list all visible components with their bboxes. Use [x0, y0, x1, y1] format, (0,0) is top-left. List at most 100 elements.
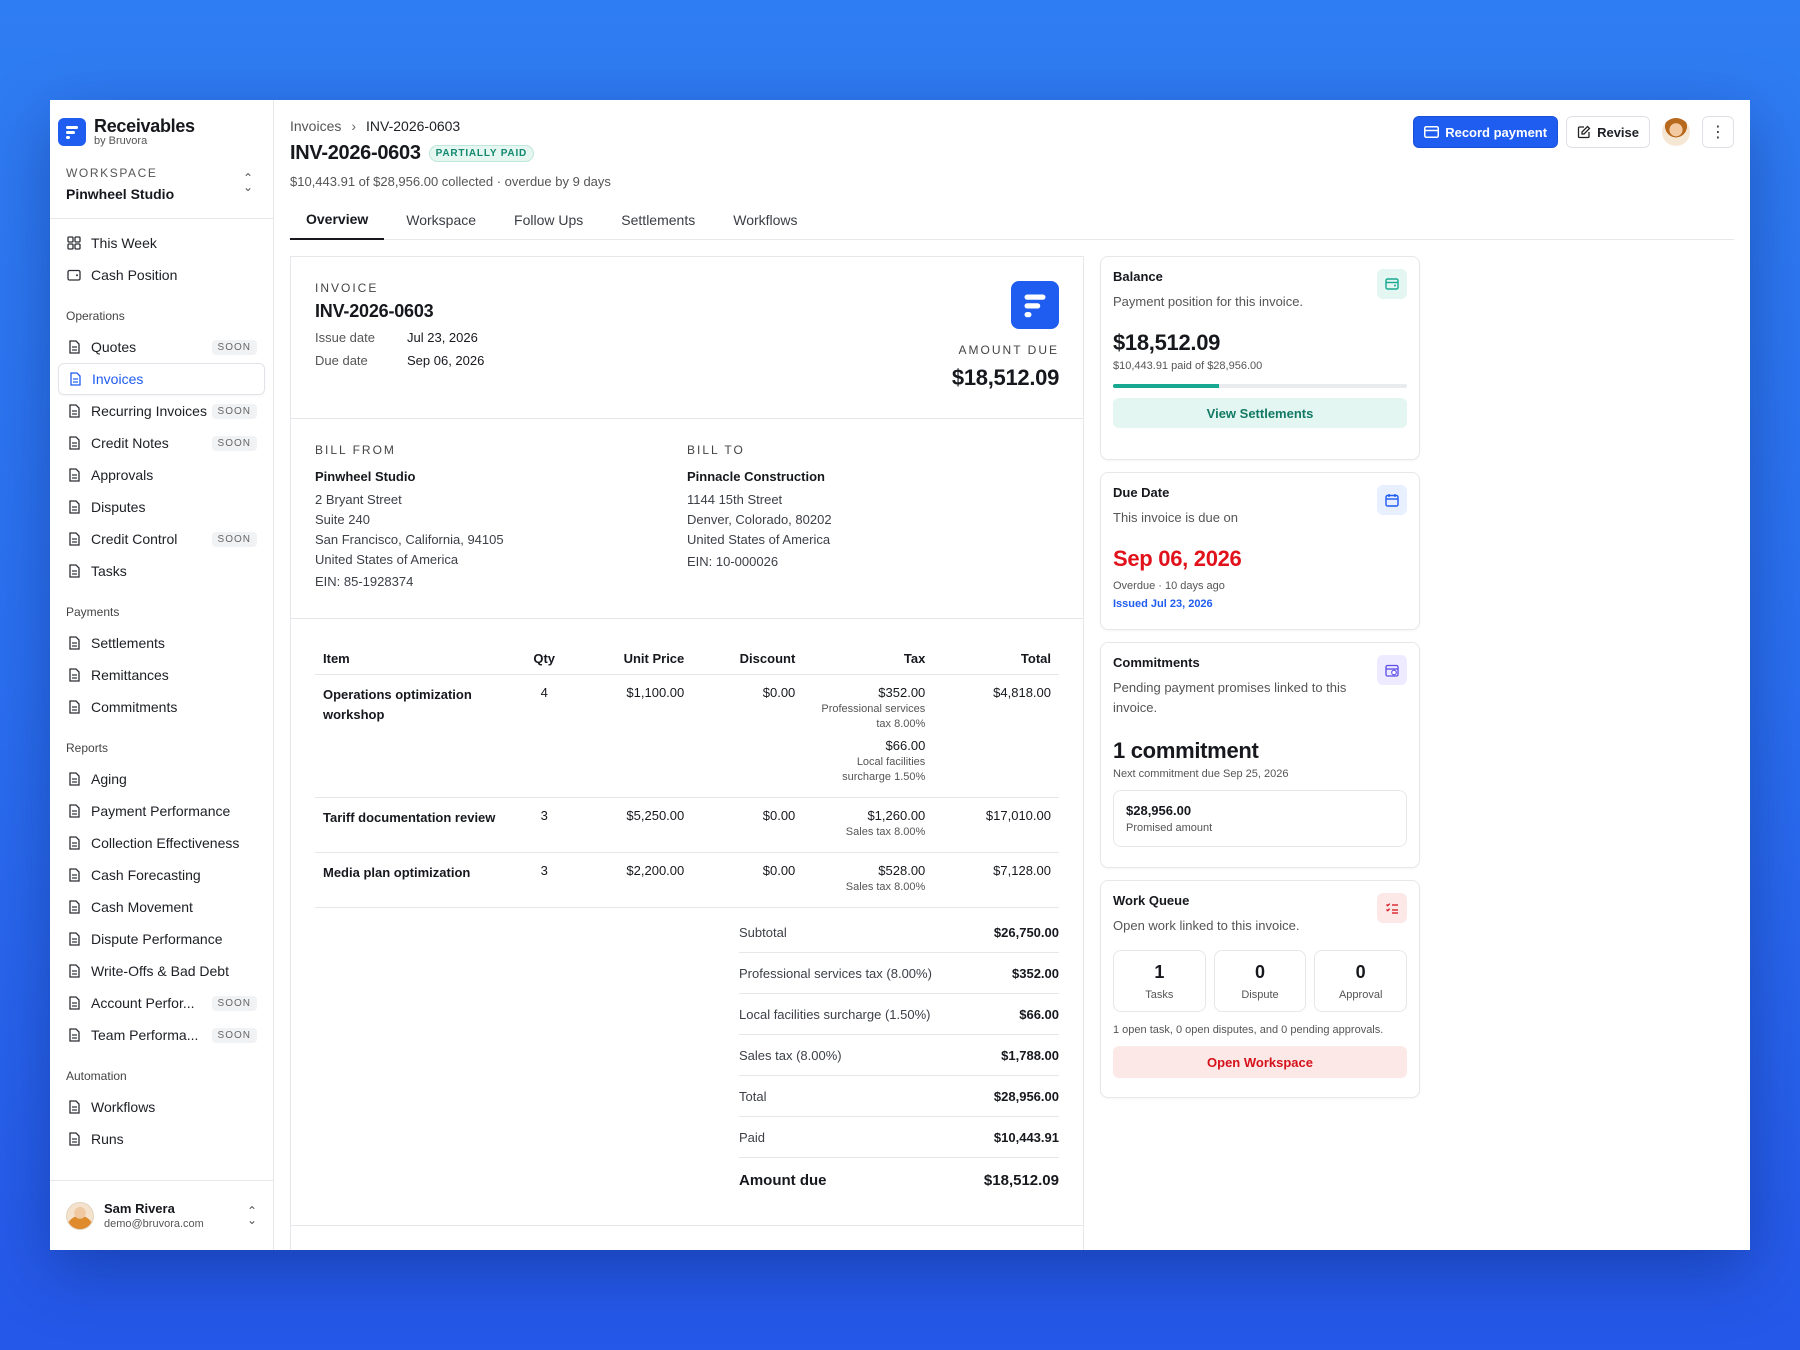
sidebar-item-label: Credit Control — [91, 531, 178, 547]
sidebar-item-label: Account Perfor... — [91, 995, 195, 1011]
sidebar-item-label: Tasks — [91, 563, 127, 579]
approvals-icon — [66, 467, 82, 483]
bill-to: BILL TO Pinnacle Construction 1144 15th … — [687, 443, 1059, 594]
item-total: $17,010.00 — [933, 797, 1059, 853]
sidebar-item-approvals[interactable]: Approvals — [58, 459, 265, 491]
table-row: Media plan optimization 3 $2,200.00 $0.00 $5… — [315, 852, 1059, 908]
address-line: 1144 15th Street — [687, 492, 783, 507]
line-items: Item Qty Unit Price Discount Tax Total O… — [291, 619, 1083, 1202]
breadcrumb: Invoices › INV-2026-0603 — [290, 118, 460, 134]
sidebar-item-remittances[interactable]: Remittances — [58, 659, 265, 691]
sidebar-item-dispute-performance[interactable]: Dispute Performance — [58, 923, 265, 955]
sidebar-item-payment-performance[interactable]: Payment Performance — [58, 795, 265, 827]
workspace-switcher[interactable]: WORKSPACE Pinwheel Studio ⌃ ⌄ — [50, 150, 273, 202]
counter-label: Dispute — [1241, 988, 1279, 1001]
breadcrumb-parent[interactable]: Invoices — [290, 118, 341, 134]
issued-date-link[interactable]: Issued Jul 23, 2026 — [1113, 598, 1407, 610]
sidebar-item-quotes[interactable]: Quotes SOON — [58, 331, 265, 363]
sidebar-item-disputes[interactable]: Disputes — [58, 491, 265, 523]
promised-amount-box[interactable]: $28,956.00 Promised amount — [1113, 790, 1407, 847]
promised-amount-value: $28,956.00 — [1126, 803, 1192, 818]
work-queue-counters: 1 Tasks 0 Dispute 0 Approval — [1113, 950, 1408, 1012]
revise-button[interactable]: Revise — [1566, 116, 1650, 148]
view-settlements-button[interactable]: View Settlements — [1113, 398, 1407, 428]
tab-follow-ups[interactable]: Follow Ups — [498, 200, 599, 240]
sidebar-item-tasks[interactable]: Tasks — [58, 555, 265, 587]
tab-workspace[interactable]: Workspace — [390, 200, 492, 240]
bill-parties: BILL FROM Pinwheel Studio 2 Bryant Stree… — [291, 419, 1083, 619]
amount-due-value: $18,512.09 — [951, 365, 1059, 390]
counter-value: 0 — [1255, 961, 1266, 982]
sidebar-item-cash-forecasting[interactable]: Cash Forecasting — [58, 859, 265, 891]
sidebar-item-label: Cash Forecasting — [91, 867, 201, 883]
col-discount: Discount — [692, 643, 804, 675]
commitments-icon — [66, 699, 82, 715]
sidebar-item-cash-position[interactable]: Cash Position — [58, 259, 265, 291]
checklist-icon — [1377, 893, 1407, 923]
cash-movement-icon — [66, 899, 82, 915]
sidebar-item-invoices[interactable]: Invoices — [58, 363, 265, 395]
calendar-icon — [1377, 485, 1407, 515]
sidebar-item-runs[interactable]: Runs — [58, 1123, 265, 1155]
sidebar-item-label: Cash Position — [91, 267, 178, 283]
col-item: Item — [315, 643, 515, 675]
sidebar-item-collection-effectiveness[interactable]: Collection Effectiveness — [58, 827, 265, 859]
open-workspace-button[interactable]: Open Workspace — [1113, 1046, 1407, 1078]
counter-label: Approval — [1338, 988, 1383, 1001]
sidebar-item-workflows[interactable]: Workflows — [58, 1091, 265, 1123]
line-items-table: Item Qty Unit Price Discount Tax Total O… — [315, 643, 1059, 908]
sidebar-item-settlements[interactable]: Settlements — [58, 627, 265, 659]
totals-value: $10,443.91 — [993, 1129, 1059, 1145]
wallet-icon — [1377, 269, 1407, 299]
sidebar-item-recurring-invoices[interactable]: Recurring Invoices SOON — [58, 395, 265, 427]
bill-to-ein: EIN: 10-000026 — [687, 554, 779, 569]
work-queue-counter-approval[interactable]: 0 Approval — [1314, 950, 1408, 1012]
header-actions: Record payment Revise ⋮ — [1413, 116, 1734, 148]
amount-due-total: $18,512.09 — [983, 1171, 1059, 1189]
payment-progress-fill — [1113, 384, 1219, 388]
overdue-note: Overdue · 10 days ago — [1113, 580, 1225, 592]
tab-workflows[interactable]: Workflows — [717, 200, 813, 240]
tax-amount: $352.00 — [878, 685, 926, 700]
sidebar-item-label: This Week — [91, 235, 157, 251]
sidebar-item-this-week[interactable]: This Week — [58, 227, 265, 259]
amount-due-label: AMOUNT DUE — [958, 343, 1059, 357]
sidebar-item-credit-notes[interactable]: Credit Notes SOON — [58, 427, 265, 459]
tasks-icon — [66, 563, 82, 579]
company-logo-icon — [1011, 281, 1059, 329]
collection-effectiveness-icon — [66, 835, 82, 851]
user-menu[interactable]: Sam Rivera demo@bruvora.com ⌃ ⌄ — [50, 1180, 273, 1250]
team-performa-icon — [66, 1027, 82, 1043]
sidebar-item-label: Dispute Performance — [91, 931, 223, 947]
record-payment-label: Record payment — [1445, 124, 1548, 140]
record-payment-button[interactable]: Record payment — [1413, 116, 1559, 148]
balance-value: $18,512.09 — [1113, 330, 1221, 355]
item-total: $4,818.00 — [933, 674, 1059, 798]
credit-control-icon — [66, 531, 82, 547]
balance-desc: Payment position for this invoice. — [1113, 294, 1304, 309]
sidebar-item-team-performa[interactable]: Team Performa... SOON — [58, 1019, 265, 1051]
balance-card: Balance Payment position for this invoic… — [1100, 256, 1420, 460]
work-queue-counter-dispute[interactable]: 0 Dispute — [1213, 950, 1307, 1012]
sidebar-item-label: Aging — [91, 771, 127, 787]
revise-label: Revise — [1597, 124, 1639, 140]
tab-overview[interactable]: Overview — [290, 200, 385, 240]
sidebar: Receivables by Bruvora WORKSPACE Pinwhee… — [50, 100, 274, 1250]
account-avatar[interactable] — [1662, 118, 1690, 146]
next-commitment-note: Next commitment due Sep 25, 2026 — [1113, 768, 1289, 780]
soon-badge: SOON — [211, 995, 257, 1011]
sidebar-item-label: Write-Offs & Bad Debt — [91, 963, 229, 979]
work-queue-counter-tasks[interactable]: 1 Tasks — [1113, 950, 1206, 1012]
bill-to-name: Pinnacle Construction — [687, 469, 825, 484]
sidebar-item-credit-control[interactable]: Credit Control SOON — [58, 523, 265, 555]
more-options-icon[interactable]: ⋮ — [1702, 116, 1734, 148]
tab-settlements[interactable]: Settlements — [605, 200, 711, 240]
sidebar-item-aging[interactable]: Aging — [58, 763, 265, 795]
sidebar-item-commitments[interactable]: Commitments — [58, 691, 265, 723]
sidebar-item-write-offs-bad-debt[interactable]: Write-Offs & Bad Debt — [58, 955, 265, 987]
item-name: Tariff documentation review — [315, 797, 515, 853]
brand[interactable]: Receivables by Bruvora — [50, 100, 273, 150]
sidebar-item-account-perfor[interactable]: Account Perfor... SOON — [58, 987, 265, 1019]
sidebar-item-cash-movement[interactable]: Cash Movement — [58, 891, 265, 923]
settlements-icon — [66, 635, 82, 651]
